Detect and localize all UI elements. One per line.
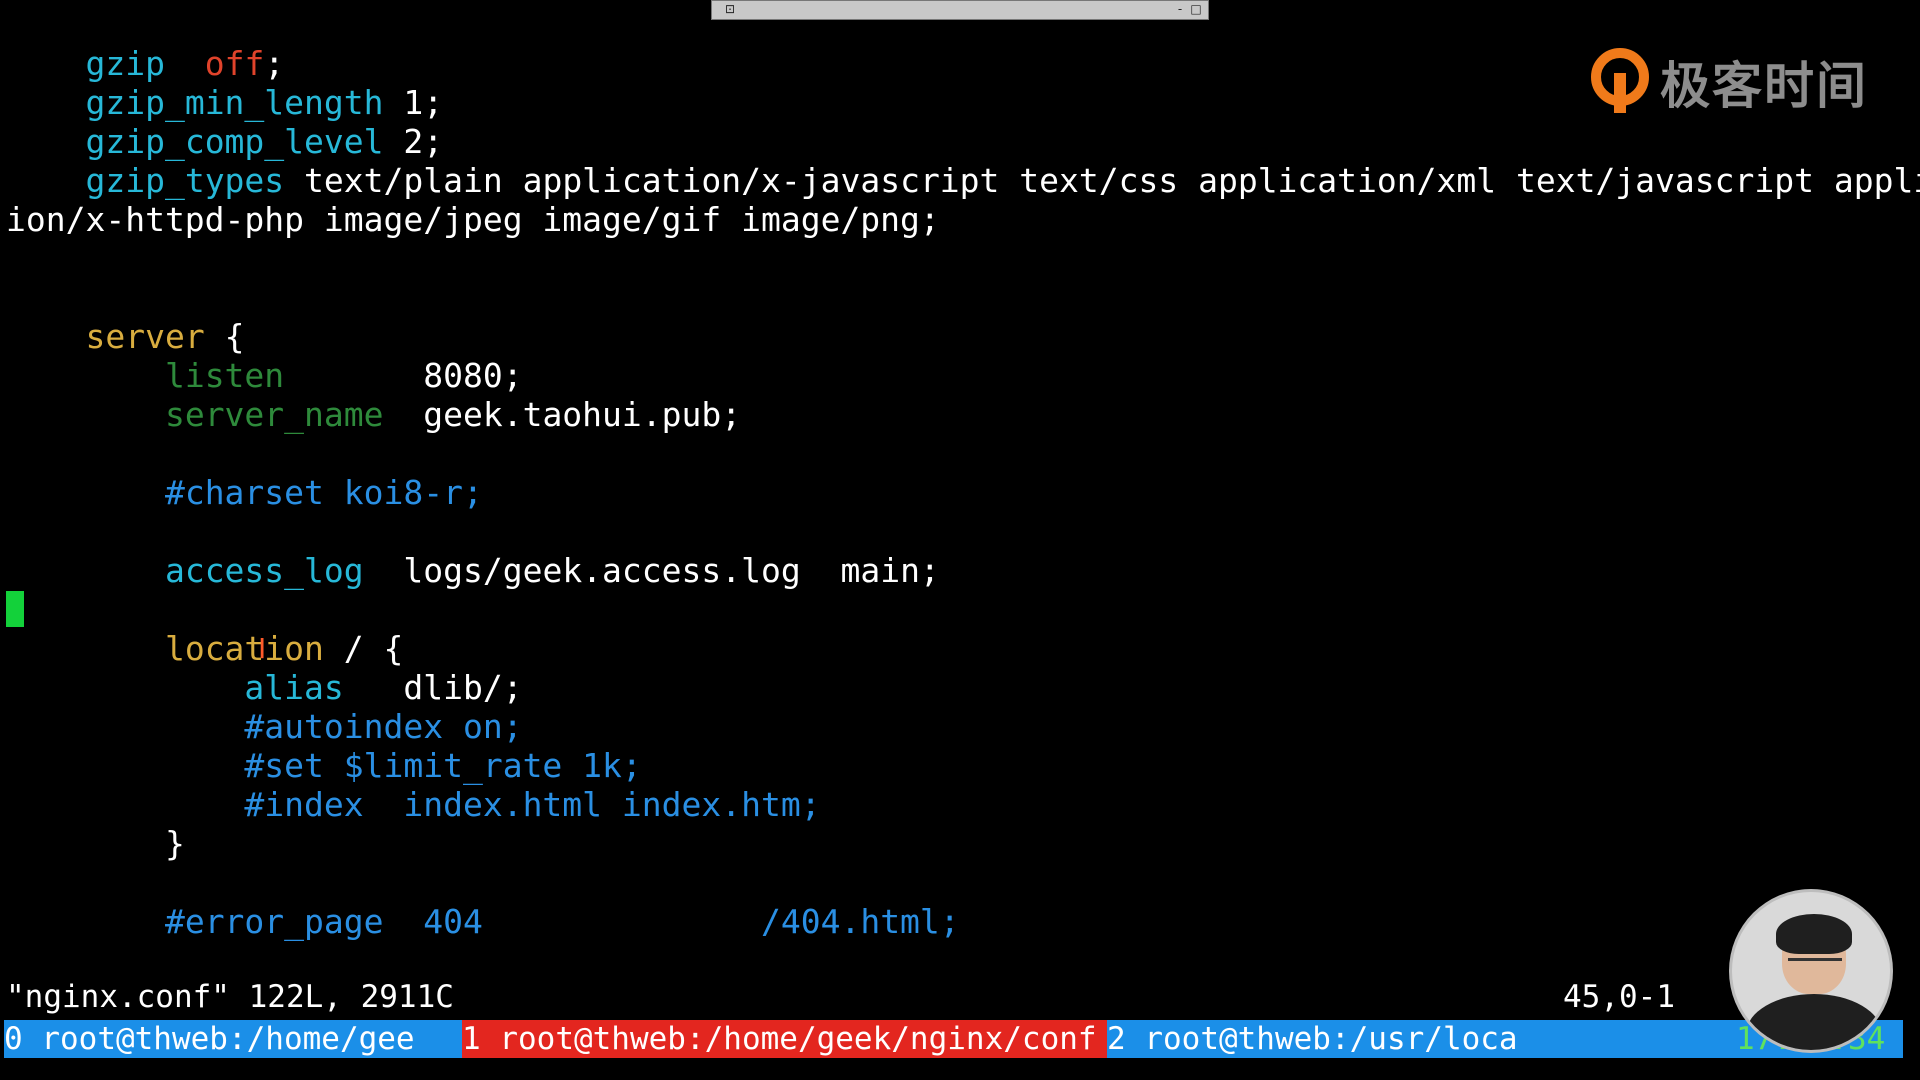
window-titlebar[interactable]: ⊡ - □ [711, 0, 1209, 20]
code-token: server [85, 317, 205, 356]
code-line: server { [6, 317, 244, 356]
code-token: ; [264, 44, 285, 83]
ibeam-cursor-icon: I [258, 632, 267, 665]
code-line: gzip_comp_level 2; [6, 122, 443, 161]
code-line: access_log logs/geek.access.log main; [6, 551, 940, 590]
code-line: #error_page 404 /404.html; [6, 902, 960, 941]
code-token: 8080; [284, 356, 523, 395]
code-line: } [6, 824, 185, 863]
code-token: ion/x-httpd-php image/jpeg image/gif ima… [6, 200, 940, 239]
code-line: gzip_min_length 1; [6, 83, 443, 122]
code-token: / { [323, 629, 404, 668]
code-line: location / { [6, 629, 403, 668]
code-line: server_name geek.taohui.pub; [6, 395, 741, 434]
minimize-icon[interactable]: - [1172, 2, 1188, 17]
code-token: gzip_min_length [85, 83, 384, 122]
code-token: server_name [164, 395, 384, 434]
vim-cursor-position: 45,0-1 [1563, 979, 1675, 1015]
code-line: ion/x-httpd-php image/jpeg image/gif ima… [6, 200, 940, 239]
code-token: gzip [85, 44, 165, 83]
code-token: 1; [383, 83, 444, 122]
code-line: #autoindex on; [6, 707, 523, 746]
terminal-window[interactable]: ⊡ - □ gzip off; gzip_min_length 1; gzip_… [0, 0, 1920, 1080]
watermark-logo: 极客时间 [1590, 42, 1868, 122]
code-line: gzip off; [6, 44, 284, 83]
code-line: #charset koi8-r; [6, 473, 483, 512]
code-token: text/plain application/x-javascript text… [284, 161, 1920, 200]
code-token: geek.taohui.pub; [383, 395, 742, 434]
geektime-logo-icon [1591, 48, 1649, 113]
code-token: #index index.html index.htm; [244, 785, 821, 824]
code-token: dlib/; [343, 668, 523, 707]
code-token: gzip_types [85, 161, 285, 200]
code-token: #charset koi8-r; [164, 473, 483, 512]
text-cursor [6, 591, 24, 627]
code-token: listen [164, 356, 285, 395]
tmux-window-tab-1-active[interactable]: 1 root@thweb:/home/geek/nginx/conf [462, 1020, 1107, 1058]
pin-icon[interactable]: ⊡ [722, 2, 738, 17]
vim-status-message: "nginx.conf" 122L, 2911C [6, 979, 454, 1015]
code-token: 2; [383, 122, 444, 161]
tmux-window-tab-0[interactable]: 0 root@thweb:/home/gee [4, 1020, 462, 1058]
code-token: } [164, 824, 185, 863]
tmux-status-bar: 0 root@thweb:/home/gee 1 root@thweb:/hom… [0, 1020, 1920, 1058]
presenter-webcam-avatar [1732, 892, 1890, 1050]
code-token: #autoindex on; [244, 707, 523, 746]
code-line: listen 8080; [6, 356, 523, 395]
code-line: #set $limit_rate 1k; [6, 746, 642, 785]
code-token: location [164, 629, 324, 668]
code-token: #error_page 404 /404.html; [164, 902, 960, 941]
code-token: alias [244, 668, 344, 707]
code-line: alias dlib/; [6, 668, 523, 707]
code-token: gzip_comp_level [85, 122, 384, 161]
code-token: { [204, 317, 245, 356]
code-line: gzip_types text/plain application/x-java… [6, 161, 1920, 200]
code-token: logs/geek.access.log main; [363, 551, 940, 590]
code-line: #index index.html index.htm; [6, 785, 821, 824]
maximize-icon[interactable]: □ [1188, 2, 1204, 17]
code-token: access_log [164, 551, 364, 590]
watermark-brand: 极客时间 [1660, 57, 1868, 115]
code-token: off [204, 44, 265, 83]
code-token: #set $limit_rate 1k; [244, 746, 642, 785]
